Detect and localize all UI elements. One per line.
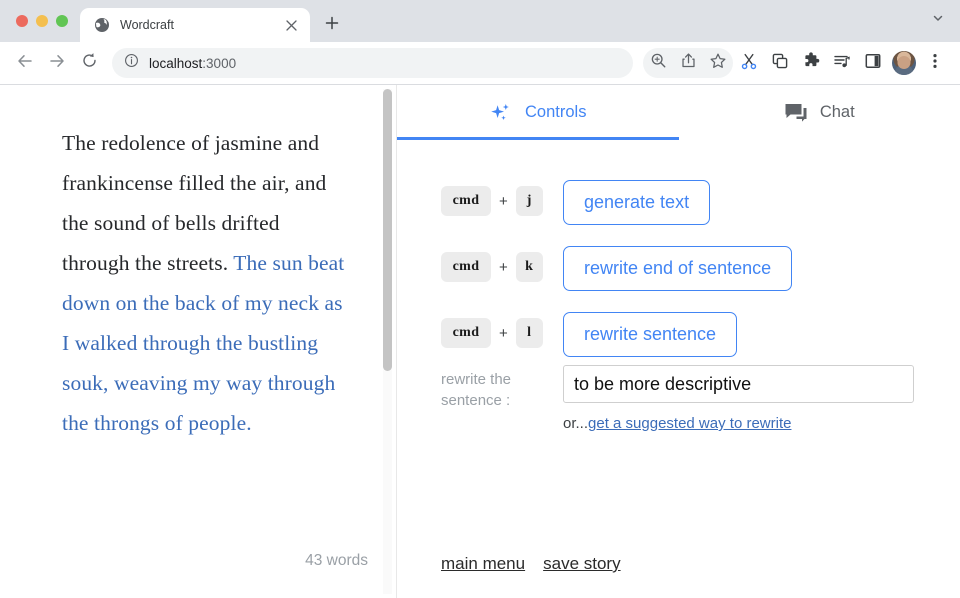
reload-icon <box>81 52 98 74</box>
extensions-puzzle-icon <box>802 51 820 75</box>
get-suggested-rewrite-link[interactable]: get a suggested way to rewrite <box>588 415 791 432</box>
tab-list-button[interactable] <box>924 6 952 34</box>
window-traffic-lights <box>10 0 80 42</box>
key-plus: + <box>499 192 508 210</box>
arrow-left-icon <box>16 52 34 75</box>
share-button[interactable] <box>673 48 703 78</box>
globe-icon <box>94 17 110 33</box>
bookmark-button[interactable] <box>703 48 733 78</box>
shortcut-keys: cmd + j <box>441 180 563 216</box>
close-icon[interactable] <box>282 16 300 34</box>
rewrite-prompt-row: rewrite the sentence : or... get a sugge… <box>397 365 960 432</box>
operation-content: rewrite end of sentence <box>563 246 793 291</box>
operation-row: cmd + j generate text <box>397 180 960 225</box>
suggestion-line: or... get a suggested way to rewrite <box>563 415 914 432</box>
operation-row: cmd + k rewrite end of sentence <box>397 246 960 291</box>
url-port: :3000 <box>202 55 237 71</box>
key-plus: + <box>499 258 508 276</box>
rewrite-sentence-button[interactable]: rewrite sentence <box>563 312 738 357</box>
share-icon <box>680 52 697 74</box>
kebab-menu-icon <box>933 53 937 74</box>
chat-bubble-icon <box>784 102 808 124</box>
operation-row: cmd + l rewrite sentence <box>397 312 960 357</box>
controls-body: cmd + j generate text cmd + k rewrite en… <box>397 140 960 598</box>
editor-scrollbar[interactable] <box>383 89 392 594</box>
key-plus: + <box>499 324 508 342</box>
generate-text-button[interactable]: generate text <box>563 180 711 225</box>
controls-pane: Controls Chat cmd + j generate text cmd … <box>397 85 960 598</box>
rewrite-prompt-label: rewrite the sentence : <box>441 371 512 409</box>
page-content: The redolence of jasmine and frankincens… <box>0 85 960 598</box>
operation-content: generate text <box>563 180 711 225</box>
side-panel-icon <box>864 52 882 75</box>
word-count-label: 43 words <box>305 552 368 569</box>
browser-window: Wordcraft localhost:3000 The redolence o… <box>0 0 960 598</box>
copy-button[interactable] <box>765 48 795 78</box>
key-cmd: cmd <box>441 186 491 216</box>
extensions-button[interactable] <box>796 48 826 78</box>
omnibox-action-group <box>643 48 733 78</box>
browser-menu-button[interactable] <box>920 48 950 78</box>
key-letter: k <box>515 252 543 282</box>
new-tab-button[interactable] <box>318 11 346 39</box>
key-cmd: cmd <box>441 252 491 282</box>
rewrite-prompt-content: or... get a suggested way to rewrite <box>563 365 914 432</box>
tab-controls[interactable]: Controls <box>397 85 679 140</box>
url-text: localhost:3000 <box>149 56 236 71</box>
footer-links: main menu save story <box>397 554 960 598</box>
tab-controls-label: Controls <box>525 103 587 121</box>
rewrite-prompt-input[interactable] <box>563 365 914 403</box>
shortcut-keys: cmd + l <box>441 312 563 348</box>
panel-tabs: Controls Chat <box>397 85 960 140</box>
side-panel-button[interactable] <box>858 48 888 78</box>
browser-tab[interactable]: Wordcraft <box>80 8 310 42</box>
close-window-button[interactable] <box>16 15 28 27</box>
key-letter: l <box>515 318 543 348</box>
tab-strip: Wordcraft <box>0 0 960 42</box>
story-highlighted-text: The sun beat down on the back of my neck… <box>62 251 345 435</box>
forward-button[interactable] <box>42 48 72 78</box>
tab-chat[interactable]: Chat <box>679 85 960 140</box>
back-button[interactable] <box>10 48 40 78</box>
bookmark-star-icon <box>709 52 727 75</box>
save-story-link[interactable]: save story <box>543 554 620 574</box>
zoom-button[interactable] <box>643 48 673 78</box>
operation-content: rewrite sentence <box>563 312 738 357</box>
chevron-down-icon <box>932 11 944 29</box>
arrow-right-icon <box>48 52 66 75</box>
key-letter: j <box>515 186 543 216</box>
reload-button[interactable] <box>74 48 104 78</box>
editor-pane: The redolence of jasmine and frankincens… <box>0 85 397 598</box>
editor-scrollbar-thumb[interactable] <box>383 89 392 371</box>
info-circle-icon[interactable] <box>124 53 139 73</box>
key-cmd: cmd <box>441 318 491 348</box>
tab-title: Wordcraft <box>120 18 174 32</box>
tab-chat-label: Chat <box>819 103 855 121</box>
rewrite-end-of-sentence-button[interactable]: rewrite end of sentence <box>563 246 793 291</box>
url-host: localhost <box>149 55 203 71</box>
copy-icon <box>771 52 789 75</box>
editor-scroll-area[interactable]: The redolence of jasmine and frankincens… <box>0 85 396 598</box>
plus-icon <box>325 16 339 35</box>
address-bar[interactable]: localhost:3000 <box>112 48 633 78</box>
reading-list-icon <box>833 52 851 75</box>
shortcut-keys: cmd + k <box>441 246 563 282</box>
cut-button[interactable] <box>734 48 764 78</box>
maximize-window-button[interactable] <box>56 15 68 27</box>
minimize-window-button[interactable] <box>36 15 48 27</box>
profile-avatar[interactable] <box>892 51 916 75</box>
sparkle-icon <box>489 101 513 125</box>
browser-toolbar: localhost:3000 <box>0 42 960 85</box>
scissors-icon <box>740 52 758 75</box>
or-prefix-label: or... <box>563 415 589 432</box>
main-menu-link[interactable]: main menu <box>441 554 525 574</box>
story-text[interactable]: The redolence of jasmine and frankincens… <box>62 123 346 443</box>
reading-list-button[interactable] <box>827 48 857 78</box>
zoom-icon <box>650 52 667 74</box>
toolbar-actions <box>643 48 950 78</box>
